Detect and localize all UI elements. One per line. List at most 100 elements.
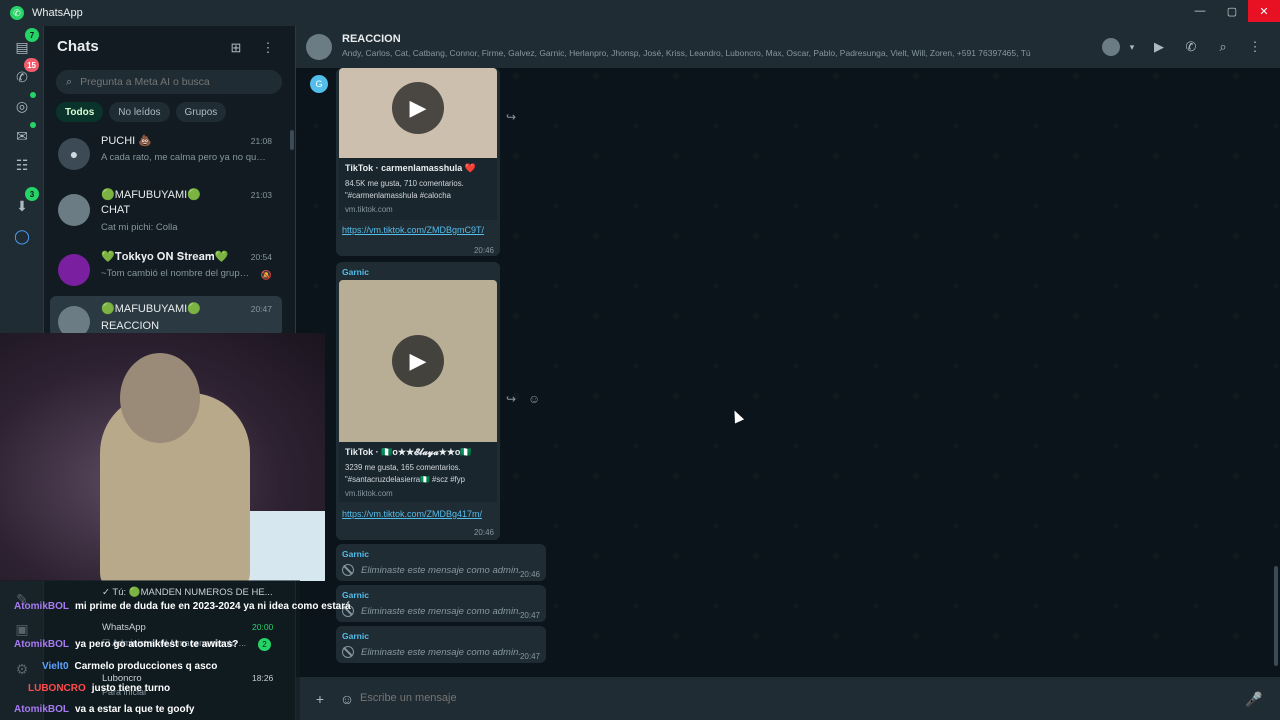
window-title: WhatsApp [32, 7, 83, 19]
archived-badge: 3 [25, 187, 39, 201]
search-bar[interactable]: ⌕ [56, 70, 282, 94]
maximize-button[interactable]: ▢ [1216, 0, 1248, 22]
play-icon[interactable]: ▶ [392, 82, 444, 134]
chat-time: 21:03 [250, 190, 272, 200]
stream-chat-line: LUBONCRO justo tiene turno [28, 683, 170, 694]
chat-preview: ~Tom cambió el nombre del grupo ... [101, 268, 251, 279]
menu-kebab-icon[interactable]: ⋮ [1245, 38, 1265, 56]
whatsapp-logo-icon: ✆ [10, 6, 24, 20]
filter-all[interactable]: Todos [56, 102, 104, 122]
meta-ai-icon[interactable]: ◯ [11, 225, 33, 247]
forward-icon[interactable]: ↪ [506, 110, 516, 124]
video-thumbnail[interactable]: ▶ [339, 68, 497, 158]
stream-chat-message: ya pero go atomikfest o te awitas? [75, 639, 239, 650]
stream-chat-user: AtomikBOL [14, 639, 69, 650]
conversation-scrollbar[interactable] [1274, 566, 1278, 666]
video-thumbnail[interactable]: ▶ [339, 280, 497, 442]
stream-chat-message: va a estar la que te goofy [75, 704, 195, 715]
stream-chat-message: Carmelo producciones q asco [74, 661, 218, 672]
ghost-chat-time: 20:00 [252, 622, 274, 632]
chat-item-reaccion[interactable]: 🟢MAFUBUYAMI🟢 20:47 REACCION [50, 296, 282, 338]
voice-call-icon[interactable]: ✆ [1181, 38, 1201, 56]
chat-time: 20:47 [250, 304, 272, 314]
stream-chat-line: AtomikBOL va a estar la que te goofy [14, 704, 195, 715]
deleted-message: Eliminaste este mensaje como admin. [342, 646, 521, 658]
group-members: Andy, Carlos, Cat, Catbang, Connor, Firm… [342, 48, 1031, 58]
conversation-panel: REACCION Andy, Carlos, Cat, Catbang, Con… [296, 26, 1280, 720]
play-icon[interactable]: ▶ [392, 335, 444, 387]
stream-chat-message: mi prime de duda fue en 2023-2024 ya ni … [75, 601, 351, 612]
ghost-unread-badge: 2 [258, 638, 271, 651]
deleted-text: Eliminaste este mensaje como admin. [361, 564, 521, 576]
menu-kebab-icon[interactable]: ⋮ [258, 38, 278, 58]
stream-chat-user: AtomikBOL [14, 601, 69, 612]
message-time: 20:47 [519, 652, 540, 661]
chat-name: PUCHI 💩 [101, 135, 152, 147]
stream-chat-message: justo tiene turno [91, 683, 171, 694]
avatar-default-icon: ● [58, 138, 90, 170]
calls-nav-icon[interactable]: ✆ 15 [11, 58, 39, 88]
deleted-message-bubble[interactable]: Garnic Eliminaste este mensaje como admi… [336, 585, 546, 622]
search-input[interactable] [80, 76, 261, 88]
chat-name: 🟢MAFUBUYAMI🟢 [101, 189, 201, 201]
attach-plus-icon[interactable]: + [310, 689, 330, 709]
status-nav-icon[interactable]: ◎ [11, 92, 36, 117]
chevron-down-icon[interactable]: ▾ [1122, 38, 1142, 56]
search-icon[interactable]: ⌕ [1213, 38, 1233, 56]
message-bubble[interactable]: ▶ TikTok · carmenlamasshula ❤️ 84.5K me … [336, 68, 500, 256]
message-time: 20:46 [473, 246, 494, 255]
channels-nav-icon[interactable]: ✉ [11, 122, 36, 147]
status-dot [30, 92, 36, 98]
close-button[interactable]: ✕ [1248, 0, 1280, 22]
new-chat-icon[interactable]: ⊞ [226, 38, 246, 58]
archived-nav-icon[interactable]: ⬇ 3 [11, 187, 39, 217]
message-bubble[interactable]: Garnic ▶ TikTok · 🇳🇬ᴏ★★𝓔𝓵𝓪𝔂𝓪★★ᴏ🇳🇬 3239 m… [336, 262, 500, 540]
ban-icon [342, 564, 354, 576]
ban-icon [342, 646, 354, 658]
streamer-head [120, 353, 200, 443]
microphone-icon[interactable]: 🎤 [1244, 689, 1264, 709]
chat-item-mafubuyami-chat[interactable]: 🟢MAFUBUYAMI🟢 21:03 CHAT Cat mi pichi: Co… [50, 182, 282, 238]
deleted-message-bubble[interactable]: Garnic Eliminaste este mensaje como admi… [336, 626, 546, 663]
chat-item-tokkyo[interactable]: 💚𝐓𝐨𝐤𝐤𝐲𝐨 𝐎𝐍 𝐒𝐭𝐫𝐞𝐚𝐦💚 20:54 ~Tom cambió el … [50, 244, 282, 296]
deleted-text: Eliminaste este mensaje como admin. [361, 646, 521, 658]
message-link[interactable]: https://vm.tiktok.com/ZMDBgmC9T/ [342, 224, 496, 237]
emoji-reaction-icon[interactable]: ☺ [528, 392, 540, 406]
deleted-message: Eliminaste este mensaje como admin. [342, 564, 521, 576]
window-titlebar: ✆ WhatsApp — ▢ ✕ [0, 0, 1280, 26]
chat-subtitle: CHAT [101, 204, 131, 216]
conversation-header[interactable]: REACCION Andy, Carlos, Cat, Catbang, Con… [296, 26, 1280, 68]
message-time: 20:47 [519, 611, 540, 620]
message-link[interactable]: https://vm.tiktok.com/ZMDBg417m/ [342, 508, 496, 521]
communities-nav-icon[interactable]: ☷ [11, 154, 33, 176]
link-preview-card[interactable]: TikTok · 🇳🇬ᴏ★★𝓔𝓵𝓪𝔂𝓪★★ᴏ🇳🇬 3239 me gusta, … [339, 442, 497, 502]
deleted-message-bubble[interactable]: Garnic Eliminaste este mensaje como admi… [336, 544, 546, 581]
chat-preview: A cada rato, me calma pero ya no quie... [101, 152, 266, 163]
avatar [58, 194, 90, 226]
chat-name: 🟢MAFUBUYAMI🟢 [101, 303, 201, 315]
stream-chat-line: Vielt0 Carmelo producciones q asco [42, 661, 217, 672]
link-description: 84.5K me gusta, 710 comentarios. "#carme… [345, 179, 464, 200]
message-time: 20:46 [473, 528, 494, 537]
muted-bell-icon: 🔕 [260, 270, 272, 280]
ghost-chat-time: 18:26 [252, 673, 274, 683]
chats-nav-icon[interactable]: ▤ 7 [11, 28, 39, 58]
filter-unread[interactable]: No leídos [109, 102, 170, 122]
forward-icon[interactable]: ↪ [506, 392, 516, 406]
emoji-icon[interactable]: ☺ [337, 689, 357, 709]
minimize-button[interactable]: — [1184, 0, 1216, 22]
link-title: TikTok · carmenlamasshula ❤️ [345, 163, 476, 173]
link-preview-card[interactable]: TikTok · carmenlamasshula ❤️ 84.5K me gu… [339, 158, 497, 220]
chat-item-puchi[interactable]: ● PUCHI 💩 21:08 A cada rato, me calma pe… [50, 128, 282, 180]
chatlist-scrollbar[interactable] [290, 130, 294, 150]
calls-badge: 15 [24, 58, 39, 72]
video-call-icon[interactable]: ▶ [1149, 38, 1169, 56]
chat-filters: Todos No leídos Grupos [56, 102, 227, 122]
filter-groups[interactable]: Grupos [175, 102, 227, 122]
stream-chat-user: AtomikBOL [14, 704, 69, 715]
message-time: 20:46 [519, 570, 540, 579]
avatar [58, 254, 90, 286]
link-title: TikTok · 🇳🇬ᴏ★★𝓔𝓵𝓪𝔂𝓪★★ᴏ🇳🇬 [345, 447, 472, 457]
message-input[interactable] [360, 685, 1240, 711]
profile-picker-avatar[interactable] [1102, 38, 1120, 56]
